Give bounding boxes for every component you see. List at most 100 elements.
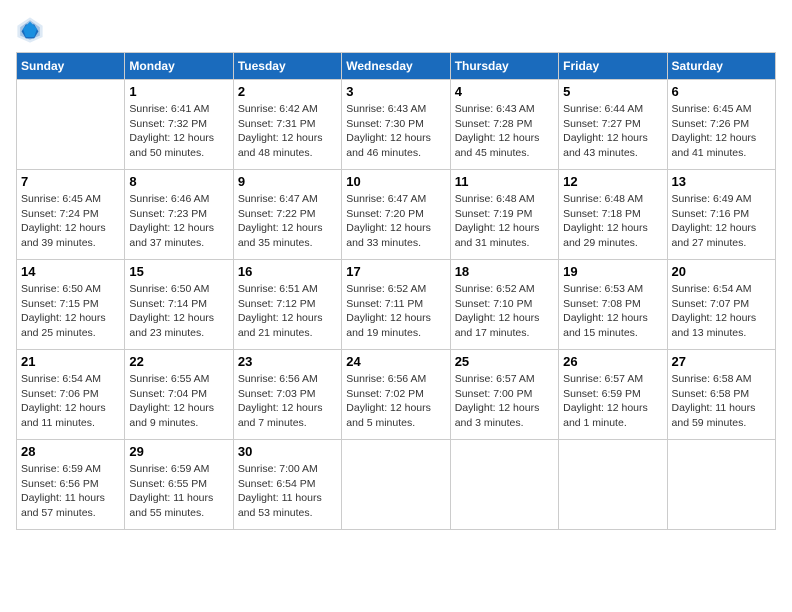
day-info: Sunrise: 6:44 AM Sunset: 7:27 PM Dayligh…	[563, 102, 662, 161]
day-info: Sunrise: 6:54 AM Sunset: 7:06 PM Dayligh…	[21, 372, 120, 431]
calendar-cell: 23 Sunrise: 6:56 AM Sunset: 7:03 PM Dayli…	[233, 350, 341, 440]
day-number: 23	[238, 354, 337, 369]
header-cell-thursday: Thursday	[450, 53, 558, 80]
calendar-cell: 14Sunrise: 6:50 AM Sunset: 7:15 PM Dayli…	[17, 260, 125, 350]
calendar-body: 1 Sunrise: 6:41 AM Sunset: 7:32 PM Daylig…	[17, 80, 776, 530]
calendar-cell	[667, 440, 775, 530]
day-info: Sunrise: 6:59 AM Sunset: 6:56 PM Dayligh…	[21, 462, 120, 521]
day-info: Sunrise: 6:53 AM Sunset: 7:08 PM Dayligh…	[563, 282, 662, 341]
day-number: 18	[455, 264, 554, 279]
day-info: Sunrise: 6:50 AM Sunset: 7:14 PM Dayligh…	[129, 282, 228, 341]
logo-icon	[16, 16, 44, 44]
day-number: 28	[21, 444, 120, 459]
calendar-week-3: 21 Sunrise: 6:54 AM Sunset: 7:06 PM Dayli…	[17, 350, 776, 440]
day-number: 8	[129, 174, 228, 189]
day-number: 21	[21, 354, 120, 369]
day-number: 10	[346, 174, 445, 189]
day-info: Sunrise: 7:00 AM Sunset: 6:54 PM Dayligh…	[238, 462, 337, 521]
day-info: Sunrise: 6:43 AM Sunset: 7:28 PM Dayligh…	[455, 102, 554, 161]
calendar-cell	[450, 440, 558, 530]
calendar-cell: 4 Sunrise: 6:43 AM Sunset: 7:28 PM Daylig…	[450, 80, 558, 170]
day-info: Sunrise: 6:58 AM Sunset: 6:58 PM Dayligh…	[672, 372, 771, 431]
calendar-cell: 29 Sunrise: 6:59 AM Sunset: 6:55 PM Dayli…	[125, 440, 233, 530]
day-number: 16	[238, 264, 337, 279]
day-info: Sunrise: 6:55 AM Sunset: 7:04 PM Dayligh…	[129, 372, 228, 431]
day-info: Sunrise: 6:43 AM Sunset: 7:30 PM Dayligh…	[346, 102, 445, 161]
calendar-cell: 18 Sunrise: 6:52 AM Sunset: 7:10 PM Dayli…	[450, 260, 558, 350]
calendar-cell: 11 Sunrise: 6:48 AM Sunset: 7:19 PM Dayli…	[450, 170, 558, 260]
calendar-week-0: 1 Sunrise: 6:41 AM Sunset: 7:32 PM Daylig…	[17, 80, 776, 170]
page-header	[16, 16, 776, 44]
day-info: Sunrise: 6:51 AM Sunset: 7:12 PM Dayligh…	[238, 282, 337, 341]
calendar-week-2: 14Sunrise: 6:50 AM Sunset: 7:15 PM Dayli…	[17, 260, 776, 350]
day-info: Sunrise: 6:41 AM Sunset: 7:32 PM Dayligh…	[129, 102, 228, 161]
calendar-cell	[17, 80, 125, 170]
day-number: 11	[455, 174, 554, 189]
header-cell-saturday: Saturday	[667, 53, 775, 80]
day-number: 3	[346, 84, 445, 99]
calendar-cell: 7Sunrise: 6:45 AM Sunset: 7:24 PM Daylig…	[17, 170, 125, 260]
day-number: 15	[129, 264, 228, 279]
day-info: Sunrise: 6:46 AM Sunset: 7:23 PM Dayligh…	[129, 192, 228, 251]
calendar-cell	[559, 440, 667, 530]
day-number: 2	[238, 84, 337, 99]
day-number: 27	[672, 354, 771, 369]
day-number: 6	[672, 84, 771, 99]
day-number: 4	[455, 84, 554, 99]
day-number: 1	[129, 84, 228, 99]
day-info: Sunrise: 6:48 AM Sunset: 7:19 PM Dayligh…	[455, 192, 554, 251]
calendar-cell: 27 Sunrise: 6:58 AM Sunset: 6:58 PM Dayli…	[667, 350, 775, 440]
header-cell-sunday: Sunday	[17, 53, 125, 80]
day-info: Sunrise: 6:56 AM Sunset: 7:02 PM Dayligh…	[346, 372, 445, 431]
header-cell-monday: Monday	[125, 53, 233, 80]
day-info: Sunrise: 6:48 AM Sunset: 7:18 PM Dayligh…	[563, 192, 662, 251]
day-number: 30	[238, 444, 337, 459]
logo	[16, 16, 48, 44]
calendar-table: SundayMondayTuesdayWednesdayThursdayFrid…	[16, 52, 776, 530]
day-info: Sunrise: 6:52 AM Sunset: 7:11 PM Dayligh…	[346, 282, 445, 341]
day-number: 7	[21, 174, 120, 189]
calendar-cell: 1 Sunrise: 6:41 AM Sunset: 7:32 PM Daylig…	[125, 80, 233, 170]
calendar-cell: 17 Sunrise: 6:52 AM Sunset: 7:11 PM Dayli…	[342, 260, 450, 350]
day-number: 14	[21, 264, 120, 279]
calendar-cell: 26Sunrise: 6:57 AM Sunset: 6:59 PM Dayli…	[559, 350, 667, 440]
calendar-cell: 22 Sunrise: 6:55 AM Sunset: 7:04 PM Dayli…	[125, 350, 233, 440]
header-cell-friday: Friday	[559, 53, 667, 80]
header-cell-tuesday: Tuesday	[233, 53, 341, 80]
calendar-cell: 6 Sunrise: 6:45 AM Sunset: 7:26 PM Daylig…	[667, 80, 775, 170]
day-number: 20	[672, 264, 771, 279]
day-info: Sunrise: 6:56 AM Sunset: 7:03 PM Dayligh…	[238, 372, 337, 431]
calendar-cell: 28 Sunrise: 6:59 AM Sunset: 6:56 PM Dayli…	[17, 440, 125, 530]
calendar-cell: 3 Sunrise: 6:43 AM Sunset: 7:30 PM Daylig…	[342, 80, 450, 170]
day-number: 12	[563, 174, 662, 189]
day-number: 26	[563, 354, 662, 369]
calendar-cell: 20 Sunrise: 6:54 AM Sunset: 7:07 PM Dayli…	[667, 260, 775, 350]
day-info: Sunrise: 6:42 AM Sunset: 7:31 PM Dayligh…	[238, 102, 337, 161]
calendar-cell: 24Sunrise: 6:56 AM Sunset: 7:02 PM Dayli…	[342, 350, 450, 440]
calendar-cell: 9 Sunrise: 6:47 AM Sunset: 7:22 PM Daylig…	[233, 170, 341, 260]
day-number: 9	[238, 174, 337, 189]
day-info: Sunrise: 6:47 AM Sunset: 7:20 PM Dayligh…	[346, 192, 445, 251]
calendar-cell: 21 Sunrise: 6:54 AM Sunset: 7:06 PM Dayli…	[17, 350, 125, 440]
day-number: 22	[129, 354, 228, 369]
day-number: 17	[346, 264, 445, 279]
calendar-cell: 12 Sunrise: 6:48 AM Sunset: 7:18 PM Dayli…	[559, 170, 667, 260]
calendar-cell: 8 Sunrise: 6:46 AM Sunset: 7:23 PM Daylig…	[125, 170, 233, 260]
calendar-cell: 5 Sunrise: 6:44 AM Sunset: 7:27 PM Daylig…	[559, 80, 667, 170]
day-info: Sunrise: 6:52 AM Sunset: 7:10 PM Dayligh…	[455, 282, 554, 341]
calendar-cell: 15 Sunrise: 6:50 AM Sunset: 7:14 PM Dayli…	[125, 260, 233, 350]
calendar-cell: 2 Sunrise: 6:42 AM Sunset: 7:31 PM Daylig…	[233, 80, 341, 170]
calendar-cell: 30 Sunrise: 7:00 AM Sunset: 6:54 PM Dayli…	[233, 440, 341, 530]
day-info: Sunrise: 6:47 AM Sunset: 7:22 PM Dayligh…	[238, 192, 337, 251]
day-number: 5	[563, 84, 662, 99]
calendar-cell	[342, 440, 450, 530]
calendar-header: SundayMondayTuesdayWednesdayThursdayFrid…	[17, 53, 776, 80]
day-number: 29	[129, 444, 228, 459]
day-info: Sunrise: 6:59 AM Sunset: 6:55 PM Dayligh…	[129, 462, 228, 521]
day-number: 19	[563, 264, 662, 279]
day-info: Sunrise: 6:45 AM Sunset: 7:26 PM Dayligh…	[672, 102, 771, 161]
calendar-cell: 10 Sunrise: 6:47 AM Sunset: 7:20 PM Dayli…	[342, 170, 450, 260]
day-info: Sunrise: 6:54 AM Sunset: 7:07 PM Dayligh…	[672, 282, 771, 341]
day-info: Sunrise: 6:57 AM Sunset: 7:00 PM Dayligh…	[455, 372, 554, 431]
calendar-cell: 19 Sunrise: 6:53 AM Sunset: 7:08 PM Dayli…	[559, 260, 667, 350]
